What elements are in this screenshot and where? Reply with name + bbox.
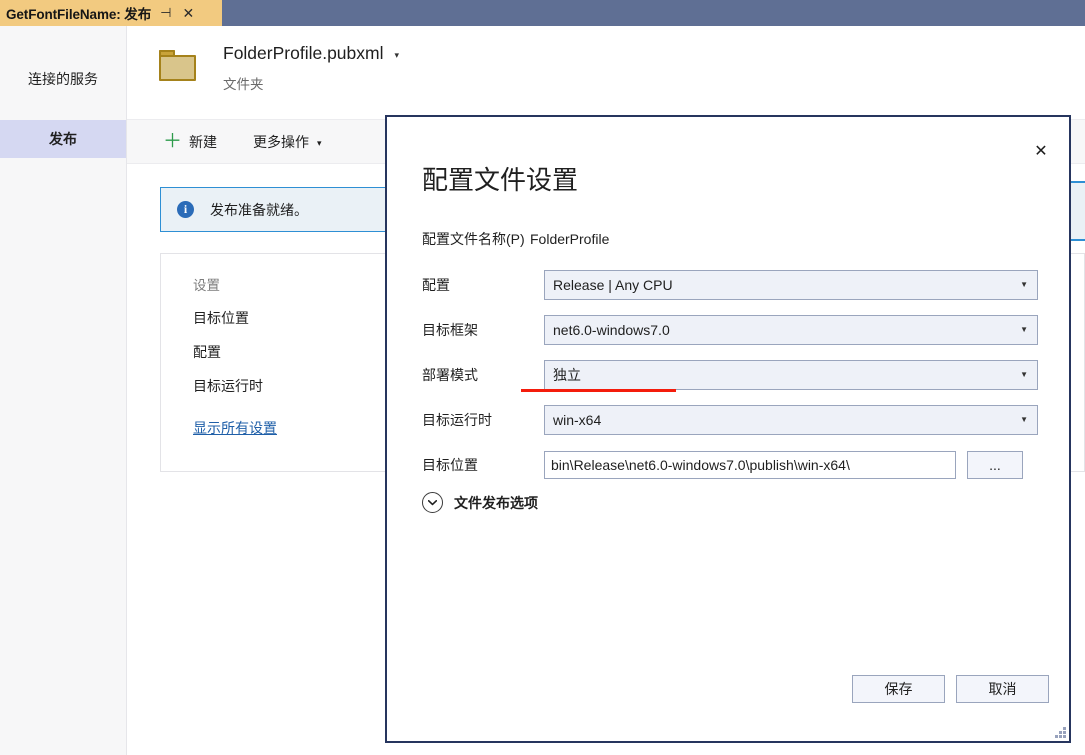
file-publish-options-expander[interactable]: 文件发布选项	[422, 492, 538, 513]
tab-getfontfilename-publish[interactable]: GetFontFileName: 发布 ⊣ ✕	[0, 0, 222, 26]
profile-text-block: FolderProfile.pubxml ▾ 文件夹	[223, 43, 399, 93]
field-row-deployment-mode: 部署模式 独立 ▼	[422, 360, 1038, 390]
profile-settings-dialog: ✕ 配置文件设置 配置文件名称(P) FolderProfile 配置 Rele…	[385, 115, 1071, 743]
target-framework-value: net6.0-windows7.0	[553, 322, 670, 338]
info-icon: i	[177, 201, 194, 218]
chevron-down-icon: ▼	[1020, 415, 1028, 424]
show-all-settings-link[interactable]: 显示所有设置	[193, 418, 277, 438]
sidebar-item-connected-services[interactable]: 连接的服务	[0, 60, 126, 98]
resize-grip[interactable]	[1052, 724, 1066, 738]
chevron-down-icon[interactable]: ▾	[394, 51, 399, 60]
plus-icon: ＋	[163, 131, 183, 152]
profile-header: FolderProfile.pubxml ▾ 文件夹	[127, 26, 1085, 119]
target-framework-label: 目标框架	[422, 322, 478, 338]
dialog-title: 配置文件设置	[422, 165, 579, 195]
target-location-value: bin\Release\net6.0-windows7.0\publish\wi…	[551, 457, 850, 473]
chevron-down-icon: ▼	[1020, 325, 1028, 334]
target-runtime-value: win-x64	[553, 412, 602, 428]
chevron-down-icon: ▾	[317, 138, 322, 148]
target-framework-dropdown[interactable]: net6.0-windows7.0 ▼	[544, 315, 1038, 345]
sidebar-item-publish[interactable]: 发布	[0, 120, 126, 158]
deployment-mode-label: 部署模式	[422, 367, 478, 383]
target-location-label: 目标位置	[422, 457, 478, 473]
cancel-button[interactable]: 取消	[956, 675, 1049, 703]
browse-button[interactable]: ...	[967, 451, 1023, 479]
close-icon[interactable]: ✕	[182, 6, 194, 20]
sidebar-item-label: 连接的服务	[28, 71, 98, 87]
save-button[interactable]: 保存	[852, 675, 945, 703]
target-location-input[interactable]: bin\Release\net6.0-windows7.0\publish\wi…	[544, 451, 956, 479]
chevron-down-icon[interactable]	[422, 492, 443, 513]
target-runtime-label: 目标运行时	[422, 412, 492, 428]
red-annotation-underline	[521, 389, 676, 392]
more-actions-label: 更多操作	[253, 133, 310, 150]
field-row-target-framework: 目标框架 net6.0-windows7.0 ▼	[422, 315, 1038, 345]
profile-name: FolderProfile.pubxml	[223, 43, 384, 63]
chevron-down-icon: ▼	[1020, 280, 1028, 289]
field-row-target-runtime: 目标运行时 win-x64 ▼	[422, 405, 1038, 435]
profile-name-value: FolderProfile	[530, 231, 610, 247]
profile-name-row[interactable]: FolderProfile.pubxml ▾	[223, 43, 399, 64]
new-profile-button[interactable]: ＋ 新建	[163, 132, 217, 152]
chevron-down-icon: ▼	[1020, 370, 1028, 379]
info-banner-text: 发布准备就绪。	[210, 201, 308, 218]
deployment-mode-dropdown[interactable]: 独立 ▼	[544, 360, 1038, 390]
target-runtime-dropdown[interactable]: win-x64 ▼	[544, 405, 1038, 435]
deployment-mode-value: 独立	[553, 367, 581, 383]
profile-name-label: 配置文件名称(P)	[422, 231, 525, 247]
file-publish-options-label: 文件发布选项	[454, 494, 538, 511]
profile-name-readonly-row: 配置文件名称(P) FolderProfile	[422, 229, 609, 249]
configuration-dropdown[interactable]: Release | Any CPU ▼	[544, 270, 1038, 300]
pin-icon[interactable]: ⊣	[160, 7, 171, 20]
close-icon[interactable]: ✕	[1027, 137, 1055, 165]
sidebar-item-label: 发布	[49, 131, 77, 147]
chevron-down-glyph	[428, 499, 437, 505]
configuration-value: Release | Any CPU	[553, 277, 673, 293]
new-profile-label: 新建	[189, 133, 218, 150]
sidebar: 连接的服务 发布	[0, 26, 127, 755]
profile-subtitle: 文件夹	[223, 77, 264, 92]
configuration-label: 配置	[422, 277, 450, 293]
folder-icon	[159, 50, 197, 82]
dialog-button-bar: 保存 取消	[852, 675, 1049, 703]
field-row-target-location: 目标位置 bin\Release\net6.0-windows7.0\publi…	[422, 450, 1038, 480]
field-row-configuration: 配置 Release | Any CPU ▼	[422, 270, 1038, 300]
more-actions-button[interactable]: 更多操作 ▾	[253, 132, 322, 152]
tab-label: GetFontFileName: 发布	[6, 7, 152, 22]
document-tab-strip: GetFontFileName: 发布 ⊣ ✕	[0, 0, 1085, 26]
